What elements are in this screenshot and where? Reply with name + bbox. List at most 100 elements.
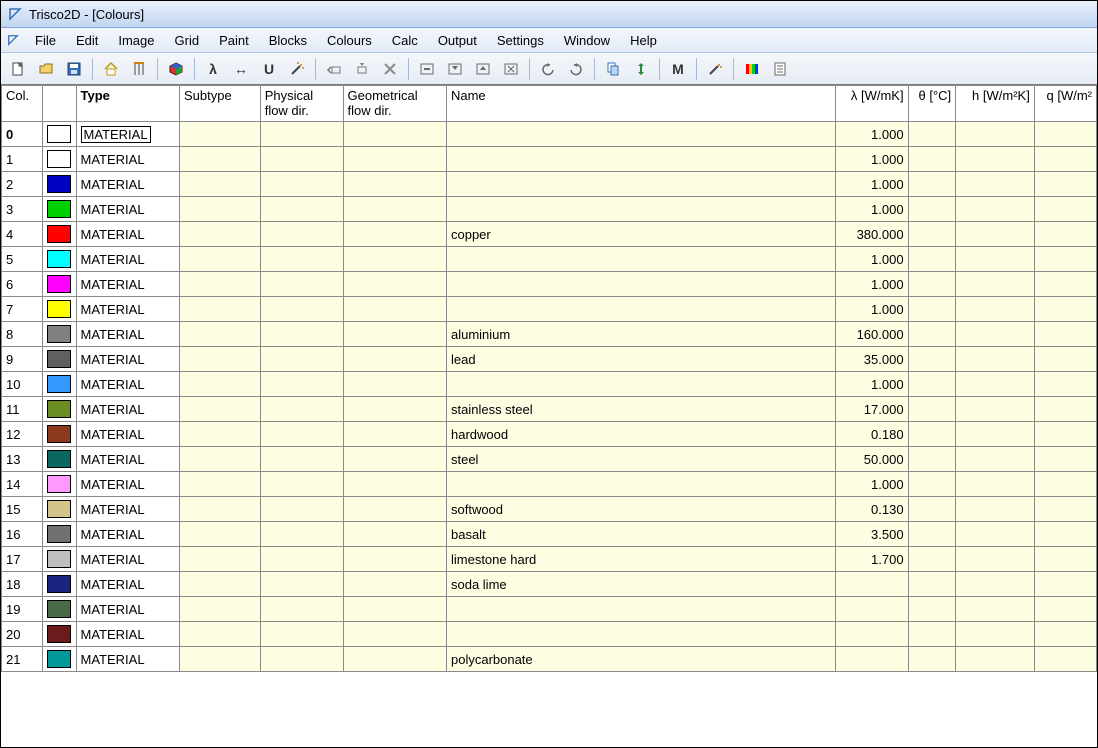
colour-swatch[interactable] — [43, 247, 76, 272]
cell-lambda[interactable] — [836, 647, 908, 672]
cell-q[interactable] — [1034, 197, 1096, 222]
cell-geometrical[interactable] — [343, 272, 446, 297]
table-row[interactable]: 4 MATERIAL copper380.000 — [2, 222, 1097, 247]
table-row[interactable]: 6MATERIAL1.000 — [2, 272, 1097, 297]
table-row[interactable]: 11MATERIALstainless steel17.000 — [2, 397, 1097, 422]
cell-lambda[interactable]: 17.000 — [836, 397, 908, 422]
cell-geometrical[interactable] — [343, 597, 446, 622]
cell-name[interactable]: soda lime — [446, 572, 835, 597]
cell-q[interactable] — [1034, 422, 1096, 447]
cell-geometrical[interactable] — [343, 422, 446, 447]
cell-physical[interactable] — [260, 422, 343, 447]
undo-zoom-button[interactable] — [321, 56, 347, 82]
menu-grid[interactable]: Grid — [165, 30, 210, 51]
table-row[interactable]: 12MATERIALhardwood0.180 — [2, 422, 1097, 447]
delete-button[interactable] — [377, 56, 403, 82]
row-id[interactable]: 18 — [2, 572, 43, 597]
cell-q[interactable] — [1034, 622, 1096, 647]
colour-swatch[interactable] — [43, 347, 76, 372]
colour-swatch[interactable] — [43, 372, 76, 397]
cell-h[interactable] — [956, 272, 1035, 297]
cell-type[interactable]: MATERIAL — [76, 372, 179, 397]
cell-q[interactable] — [1034, 647, 1096, 672]
cell-physical[interactable] — [260, 547, 343, 572]
col-header-name[interactable]: Name — [446, 86, 835, 122]
cell-h[interactable] — [956, 572, 1035, 597]
table-row[interactable]: 1MATERIAL1.000 — [2, 147, 1097, 172]
u-value-button[interactable]: U — [256, 56, 282, 82]
colour-swatch[interactable] — [43, 572, 76, 597]
col-header-h[interactable]: h [W/m²K] — [956, 86, 1035, 122]
cell-geometrical[interactable] — [343, 497, 446, 522]
cell-h[interactable] — [956, 347, 1035, 372]
cell-geometrical[interactable] — [343, 297, 446, 322]
cell-type[interactable]: MATERIAL — [76, 297, 179, 322]
cell-theta[interactable] — [908, 547, 956, 572]
cell-physical[interactable] — [260, 147, 343, 172]
document-button[interactable] — [767, 56, 793, 82]
cell-physical[interactable] — [260, 222, 343, 247]
row-id[interactable]: 4 — [2, 222, 43, 247]
colour-cube-button[interactable] — [163, 56, 189, 82]
cell-q[interactable] — [1034, 397, 1096, 422]
col-header-type[interactable]: Type — [76, 86, 179, 122]
cell-physical[interactable] — [260, 372, 343, 397]
cell-theta[interactable] — [908, 497, 956, 522]
cell-type[interactable]: MATERIAL — [76, 572, 179, 597]
cell-physical[interactable] — [260, 322, 343, 347]
menu-file[interactable]: File — [25, 30, 66, 51]
cell-type[interactable]: MATERIAL — [76, 222, 179, 247]
cell-type[interactable]: MATERIAL — [76, 197, 179, 222]
colour-swatch[interactable] — [43, 497, 76, 522]
col-header-geometrical[interactable]: Geometrical flow dir. — [343, 86, 446, 122]
row-id[interactable]: 20 — [2, 622, 43, 647]
cell-lambda[interactable]: 0.130 — [836, 497, 908, 522]
cell-theta[interactable] — [908, 647, 956, 672]
down-box-button[interactable] — [442, 56, 468, 82]
table-row[interactable]: 7 MATERIAL 1.000 — [2, 297, 1097, 322]
col-header-swatch[interactable] — [43, 86, 76, 122]
cell-name[interactable]: basalt — [446, 522, 835, 547]
colour-swatch[interactable] — [43, 472, 76, 497]
cell-type[interactable]: MATERIAL — [76, 172, 179, 197]
row-id[interactable]: 17 — [2, 547, 43, 572]
row-id[interactable]: 7 — [2, 297, 43, 322]
colour-swatch[interactable] — [43, 547, 76, 572]
row-id[interactable]: 1 — [2, 147, 43, 172]
cell-q[interactable] — [1034, 472, 1096, 497]
cell-subtype[interactable] — [179, 472, 260, 497]
cell-h[interactable] — [956, 197, 1035, 222]
cell-name[interactable]: copper — [446, 222, 835, 247]
table-row[interactable]: 17MATERIALlimestone hard1.700 — [2, 547, 1097, 572]
col-header-theta[interactable]: θ [°C] — [908, 86, 956, 122]
cell-q[interactable] — [1034, 572, 1096, 597]
cell-lambda[interactable]: 380.000 — [836, 222, 908, 247]
cell-lambda[interactable] — [836, 597, 908, 622]
cell-q[interactable] — [1034, 247, 1096, 272]
cell-physical[interactable] — [260, 247, 343, 272]
col-header-subtype[interactable]: Subtype — [179, 86, 260, 122]
cell-h[interactable] — [956, 497, 1035, 522]
cell-theta[interactable] — [908, 322, 956, 347]
cell-geometrical[interactable] — [343, 522, 446, 547]
col-header-physical[interactable]: Physical flow dir. — [260, 86, 343, 122]
cell-lambda[interactable]: 1.000 — [836, 297, 908, 322]
cell-theta[interactable] — [908, 447, 956, 472]
colour-swatch[interactable] — [43, 272, 76, 297]
cell-name[interactable]: hardwood — [446, 422, 835, 447]
cell-name[interactable] — [446, 247, 835, 272]
cell-geometrical[interactable] — [343, 172, 446, 197]
table-row[interactable]: 18 MATERIAL soda lime — [2, 572, 1097, 597]
cell-theta[interactable] — [908, 522, 956, 547]
cell-physical[interactable] — [260, 172, 343, 197]
cell-type[interactable]: MATERIAL — [76, 547, 179, 572]
cell-theta[interactable] — [908, 297, 956, 322]
cell-physical[interactable] — [260, 572, 343, 597]
cell-name[interactable] — [446, 122, 835, 147]
wand-2-button[interactable] — [702, 56, 728, 82]
cell-type[interactable]: MATERIAL — [76, 247, 179, 272]
rainbow-button[interactable] — [739, 56, 765, 82]
cell-theta[interactable] — [908, 472, 956, 497]
cell-type[interactable]: MATERIAL — [76, 422, 179, 447]
cell-type[interactable]: MATERIAL — [76, 347, 179, 372]
